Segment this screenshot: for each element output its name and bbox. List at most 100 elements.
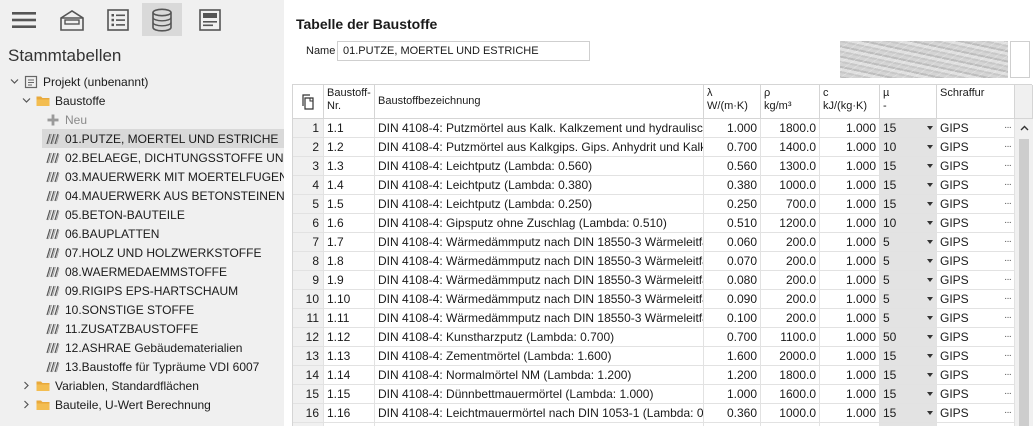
table-row[interactable]: 9 1.9 DIN 4108-4: Wärmedämmputz nach DIN 1…	[293, 271, 1015, 290]
cell-c[interactable]: 1.000	[820, 214, 880, 233]
cell-name[interactable]: DIN 4108-4: Zementmörtel (Lambda: 1.600)	[375, 347, 704, 366]
menu-button[interactable]	[4, 3, 44, 36]
tree-node-group-02[interactable]: 02.BELAEGE, DICHTUNGSSTOFFE UND BAHNEN	[42, 148, 284, 167]
cell-hatch[interactable]: GIPS ···	[937, 157, 1015, 176]
tree-node-group-08[interactable]: 08.WAERMEDAEMMSTOFFE	[42, 262, 284, 281]
header-c[interactable]: c kJ/(kg·K)	[820, 85, 880, 119]
cell-hatch[interactable]: GIPS ···	[937, 404, 1015, 423]
cell-lambda[interactable]: 0.070	[704, 252, 761, 271]
cell-c[interactable]: 1.000	[820, 119, 880, 138]
ellipsis-icon[interactable]: ···	[1004, 404, 1012, 422]
tree-node-group-01[interactable]: 01.PUTZE, MOERTEL UND ESTRICHE	[42, 129, 284, 148]
table-row[interactable]: 8 1.8 DIN 4108-4: Wärmedämmputz nach DIN 1…	[293, 252, 1015, 271]
table-row[interactable]: 3 1.3 DIN 4108-4: Leichtputz (Lambda: 0.56…	[293, 157, 1015, 176]
cell-hatch[interactable]: GIPS ···	[937, 385, 1015, 404]
cell-nr[interactable]: 1.3	[324, 157, 375, 176]
tree-node-group-12[interactable]: 12.ASHRAE Gebäudematerialien	[42, 338, 284, 357]
table-row[interactable]: 12 1.12 DIN 4108-4: Kunstharzputz (Lambda:…	[293, 328, 1015, 347]
cell-name[interactable]: DIN 4108-4: Putzmörtel aus Kalk. Kalkzem…	[375, 119, 704, 138]
cell-lambda[interactable]: 0.700	[704, 138, 761, 157]
cell-rho[interactable]: 1000.0	[761, 404, 820, 423]
cell-c[interactable]: 1.000	[820, 157, 880, 176]
building-button[interactable]	[52, 3, 92, 36]
dropdown-arrow-icon[interactable]	[927, 240, 933, 244]
cell-rho[interactable]: 1800.0	[761, 119, 820, 138]
cell-lambda[interactable]: 0.700	[704, 328, 761, 347]
dropdown-arrow-icon[interactable]	[927, 221, 933, 225]
cell-hatch[interactable]: GIPS ···	[937, 138, 1015, 157]
cell-name[interactable]: DIN 4108-4: Wärmedämmputz nach DIN 18550…	[375, 290, 704, 309]
cell-rho[interactable]: 1800.0	[761, 366, 820, 385]
list-button[interactable]	[98, 3, 138, 36]
cell-mu[interactable]: 15	[880, 347, 937, 366]
header-mu[interactable]: µ -	[880, 85, 937, 119]
cell-name[interactable]: DIN 4108-4: Kunstharzputz (Lambda: 0.700…	[375, 328, 704, 347]
header-lambda[interactable]: λ W/(m·K)	[704, 85, 761, 119]
cell-rho[interactable]: 200.0	[761, 290, 820, 309]
tree-node-new[interactable]: Neu	[46, 110, 284, 129]
cell-hatch[interactable]: GIPS ···	[937, 195, 1015, 214]
cell-c[interactable]: 1.000	[820, 233, 880, 252]
cell-mu[interactable]: 5	[880, 233, 937, 252]
cell-mu[interactable]: 10	[880, 214, 937, 233]
dropdown-arrow-icon[interactable]	[927, 373, 933, 377]
chevron-down-icon[interactable]	[8, 76, 20, 88]
tree-node-group-10[interactable]: 10.SONSTIGE STOFFE	[42, 300, 284, 319]
header-hatch[interactable]: Schraffur	[937, 85, 1015, 119]
cell-rho[interactable]: 700.0	[761, 195, 820, 214]
cell-mu[interactable]: 50	[880, 328, 937, 347]
dropdown-arrow-icon[interactable]	[927, 278, 933, 282]
cell-mu[interactable]: 15	[880, 404, 937, 423]
header-rho[interactable]: ρ kg/m³	[761, 85, 820, 119]
cell-lambda[interactable]: 0.080	[704, 271, 761, 290]
cell-nr[interactable]: 1.2	[324, 138, 375, 157]
table-row[interactable]: 7 1.7 DIN 4108-4: Wärmedämmputz nach DIN 1…	[293, 233, 1015, 252]
cell-lambda[interactable]: 0.560	[704, 157, 761, 176]
cell-name[interactable]: DIN 4108-4: Normalmörtel NM (Lambda: 1.2…	[375, 366, 704, 385]
cell-hatch[interactable]: GIPS ···	[937, 347, 1015, 366]
ellipsis-icon[interactable]: ···	[1004, 138, 1012, 156]
cell-name[interactable]: DIN 4108-4: Leichtputz (Lambda: 0.380)	[375, 176, 704, 195]
dropdown-arrow-icon[interactable]	[927, 392, 933, 396]
dropdown-arrow-icon[interactable]	[927, 202, 933, 206]
tree-node-group-07[interactable]: 07.HOLZ UND HOLZWERKSTOFFE	[42, 243, 284, 262]
materials-table[interactable]: Baustoff- Nr. Baustoffbezeichnung λ W/(m…	[292, 84, 1033, 426]
ellipsis-icon[interactable]: ···	[1004, 195, 1012, 213]
cell-rho[interactable]: 200.0	[761, 233, 820, 252]
cell-rho[interactable]: 1600.0	[761, 385, 820, 404]
cell-lambda[interactable]: 0.100	[704, 309, 761, 328]
dropdown-arrow-icon[interactable]	[927, 335, 933, 339]
ellipsis-icon[interactable]: ···	[1004, 271, 1012, 289]
cell-nr[interactable]: 1.5	[324, 195, 375, 214]
cell-nr[interactable]: 1.1	[324, 119, 375, 138]
cell-name[interactable]: DIN 4108-4: Wärmedämmputz nach DIN 18550…	[375, 309, 704, 328]
cell-hatch[interactable]: GIPS ···	[937, 271, 1015, 290]
cell-c[interactable]: 1.000	[820, 404, 880, 423]
table-row[interactable]: 15 1.15 DIN 4108-4: Dünnbettmauermörtel (L…	[293, 385, 1015, 404]
cell-hatch[interactable]: GIPS ···	[937, 328, 1015, 347]
dropdown-arrow-icon[interactable]	[927, 126, 933, 130]
tree-node-group-11[interactable]: 11.ZUSATZBAUSTOFFE	[42, 319, 284, 338]
dropdown-arrow-icon[interactable]	[927, 259, 933, 263]
cell-lambda[interactable]: 0.250	[704, 195, 761, 214]
cell-rho[interactable]: 1200.0	[761, 214, 820, 233]
cell-hatch[interactable]: GIPS ···	[937, 176, 1015, 195]
dropdown-arrow-icon[interactable]	[927, 183, 933, 187]
cell-name[interactable]: DIN 4108-4: Wärmedämmputz nach DIN 18550…	[375, 271, 704, 290]
cell-c[interactable]: 1.000	[820, 271, 880, 290]
cell-mu[interactable]: 10	[880, 138, 937, 157]
name-field[interactable]: 01.PUTZE, MOERTEL UND ESTRICHE	[337, 41, 590, 61]
cell-lambda[interactable]: 0.380	[704, 176, 761, 195]
ellipsis-icon[interactable]: ···	[1004, 366, 1012, 384]
ellipsis-icon[interactable]: ···	[1004, 119, 1012, 137]
cell-name[interactable]: DIN 4108-4: Leichtmauermörtel nach DIN 1…	[375, 404, 704, 423]
table-row[interactable]: 10 1.10 DIN 4108-4: Wärmedämmputz nach DIN…	[293, 290, 1015, 309]
ellipsis-icon[interactable]: ···	[1004, 328, 1012, 346]
ellipsis-icon[interactable]: ···	[1004, 176, 1012, 194]
cell-nr[interactable]: 1.4	[324, 176, 375, 195]
table-row[interactable]: 13 1.13 DIN 4108-4: Zementmörtel (Lambda: …	[293, 347, 1015, 366]
cell-mu[interactable]: 15	[880, 119, 937, 138]
dropdown-arrow-icon[interactable]	[927, 164, 933, 168]
cell-name[interactable]: DIN 4108-4: Leichtputz (Lambda: 0.250)	[375, 195, 704, 214]
cell-mu[interactable]: 15	[880, 385, 937, 404]
